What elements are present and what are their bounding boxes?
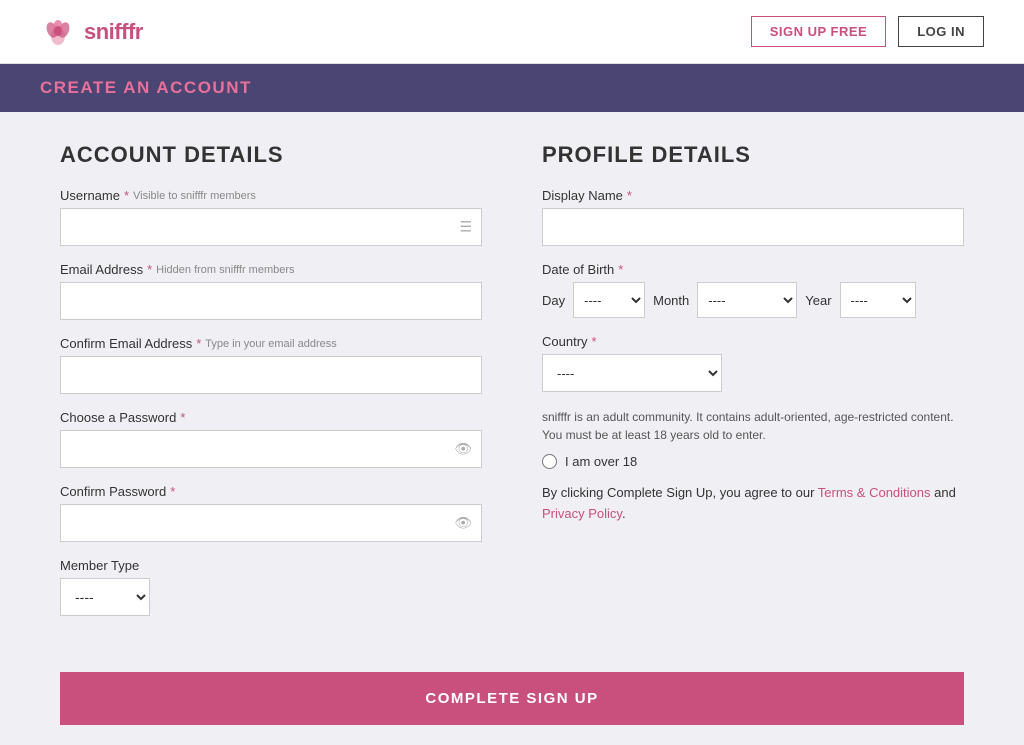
confirm-email-label-text: Confirm Email Address (60, 336, 192, 351)
username-field-group: Username * Visible to snifffr members ☰ (60, 188, 482, 246)
email-input[interactable] (60, 282, 482, 320)
dob-required: * (618, 262, 623, 277)
username-hint: Visible to snifffr members (133, 190, 256, 202)
username-input-wrapper: ☰ (60, 208, 482, 246)
logo-icon (40, 14, 76, 50)
profile-details-section: PROFILE DETAILS Display Name * Date of B… (542, 142, 964, 632)
country-field-group: Country * ---- United Kingdom United Sta… (542, 334, 964, 392)
password-input-wrapper: 👁 (60, 430, 482, 468)
password-label-text: Choose a Password (60, 410, 176, 425)
dob-label-text: Date of Birth (542, 262, 614, 277)
dob-month-label: Month (653, 293, 689, 308)
age-confirm-label: I am over 18 (565, 454, 637, 469)
login-button[interactable]: LOG IN (898, 16, 984, 47)
confirm-password-field-group: Confirm Password * 👁 (60, 484, 482, 542)
confirm-password-input-wrapper: 👁 (60, 504, 482, 542)
email-label: Email Address * Hidden from snifffr memb… (60, 262, 482, 277)
logo-area: snifffr (40, 14, 143, 50)
header-buttons: SIGN UP FREE LOG IN (751, 16, 984, 47)
password-field-group: Choose a Password * 👁 (60, 410, 482, 468)
age-confirm-radio[interactable] (542, 454, 557, 469)
confirm-email-hint: Type in your email address (205, 338, 336, 350)
logo-accent: r (135, 19, 143, 44)
dob-month-select[interactable]: ---- (697, 282, 797, 318)
dob-field-group: Date of Birth * Day ---- Month ---- Year… (542, 262, 964, 318)
confirm-password-toggle-icon[interactable]: 👁 (454, 515, 472, 532)
dob-day-label: Day (542, 293, 565, 308)
country-select[interactable]: ---- United Kingdom United States Canada… (542, 354, 722, 392)
confirm-email-required: * (196, 336, 201, 351)
email-input-wrapper (60, 282, 482, 320)
password-input[interactable] (60, 430, 482, 468)
confirm-password-label-text: Confirm Password (60, 484, 166, 499)
confirm-email-label: Confirm Email Address * Type in your ema… (60, 336, 482, 351)
logo-text: snifffr (84, 19, 143, 45)
dob-year-select[interactable]: ---- (840, 282, 916, 318)
display-name-input-wrapper (542, 208, 964, 246)
dob-label: Date of Birth * (542, 262, 964, 277)
header: snifffr SIGN UP FREE LOG IN (0, 0, 1024, 64)
adult-notice: snifffr is an adult community. It contai… (542, 408, 964, 444)
member-type-label: Member Type (60, 558, 482, 573)
signup-button[interactable]: SIGN UP FREE (751, 16, 887, 47)
member-type-field-group: Member Type ---- Male Female Other (60, 558, 482, 616)
terms-mid: and (931, 485, 956, 500)
country-label-text: Country (542, 334, 588, 349)
confirm-password-required: * (170, 484, 175, 499)
banner: CREATE AN ACCOUNT (0, 64, 1024, 112)
confirm-email-input[interactable] (60, 356, 482, 394)
confirm-email-input-wrapper (60, 356, 482, 394)
email-label-text: Email Address (60, 262, 143, 277)
confirm-password-label: Confirm Password * (60, 484, 482, 499)
dob-year-label: Year (805, 293, 831, 308)
email-required: * (147, 262, 152, 277)
terms-link[interactable]: Terms & Conditions (818, 485, 931, 500)
account-details-title: ACCOUNT DETAILS (60, 142, 482, 168)
complete-signup-button[interactable]: COMPLETE SIGN UP (60, 672, 964, 725)
username-input[interactable] (60, 208, 482, 246)
username-label: Username * Visible to snifffr members (60, 188, 482, 203)
main-content: ACCOUNT DETAILS Username * Visible to sn… (0, 112, 1024, 652)
profile-details-title: PROFILE DETAILS (542, 142, 964, 168)
privacy-link[interactable]: Privacy Policy (542, 506, 622, 521)
dob-row: Day ---- Month ---- Year ---- (542, 282, 964, 318)
terms-suffix: . (622, 506, 626, 521)
display-name-label: Display Name * (542, 188, 964, 203)
terms-prefix: By clicking Complete Sign Up, you agree … (542, 485, 818, 500)
terms-text: By clicking Complete Sign Up, you agree … (542, 483, 964, 525)
member-type-label-text: Member Type (60, 558, 139, 573)
dob-day-select[interactable]: ---- (573, 282, 645, 318)
member-type-select[interactable]: ---- Male Female Other (60, 578, 150, 616)
confirm-password-input[interactable] (60, 504, 482, 542)
password-label: Choose a Password * (60, 410, 482, 425)
username-label-text: Username (60, 188, 120, 203)
display-name-field-group: Display Name * (542, 188, 964, 246)
country-required: * (592, 334, 597, 349)
username-required: * (124, 188, 129, 203)
display-name-required: * (627, 188, 632, 203)
display-name-label-text: Display Name (542, 188, 623, 203)
display-name-input[interactable] (542, 208, 964, 246)
account-details-section: ACCOUNT DETAILS Username * Visible to sn… (60, 142, 482, 632)
age-confirm-row: I am over 18 (542, 454, 964, 469)
confirm-email-field-group: Confirm Email Address * Type in your ema… (60, 336, 482, 394)
email-hint: Hidden from snifffr members (156, 264, 294, 276)
country-label: Country * (542, 334, 964, 349)
password-required: * (180, 410, 185, 425)
password-toggle-icon[interactable]: 👁 (454, 441, 472, 458)
logo-base: snifff (84, 19, 135, 44)
email-field-group: Email Address * Hidden from snifffr memb… (60, 262, 482, 320)
banner-title: CREATE AN ACCOUNT (40, 78, 252, 97)
username-icon: ☰ (459, 219, 472, 236)
